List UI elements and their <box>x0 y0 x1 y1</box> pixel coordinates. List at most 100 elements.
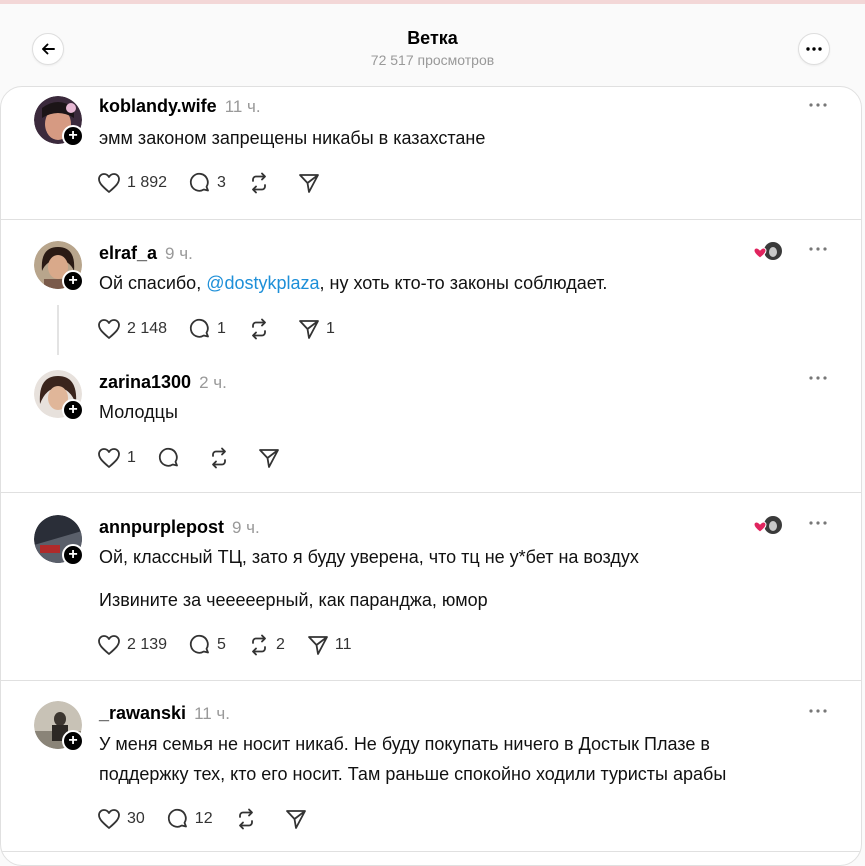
post-text: эмм законом запрещены никабы в казахстан… <box>99 128 486 148</box>
reply-count: 5 <box>217 636 226 653</box>
follow-plus-icon[interactable]: + <box>62 730 84 752</box>
send-icon <box>285 810 306 829</box>
more-icon[interactable] <box>807 517 829 529</box>
more-icon[interactable] <box>807 372 829 384</box>
reply-count: 3 <box>217 174 226 191</box>
divider <box>1 492 861 493</box>
heart-icon <box>98 448 120 468</box>
post-header: koblandy.wife 11 ч. <box>99 96 261 117</box>
more-icon[interactable] <box>807 99 829 111</box>
thread-card: + koblandy.wife 11 ч. эмм законом запреще… <box>0 86 862 866</box>
repost-button[interactable] <box>248 172 276 194</box>
share-button[interactable] <box>298 172 326 194</box>
comment-icon <box>189 172 209 192</box>
post-header: annpurplepost 9 ч. <box>99 517 260 538</box>
share-button[interactable]: 11 <box>307 634 351 656</box>
follow-plus-icon[interactable]: + <box>62 544 84 566</box>
divider <box>1 851 861 852</box>
reply-button[interactable]: 12 <box>167 808 213 830</box>
post-time: 9 ч. <box>165 244 193 263</box>
heart-icon <box>98 635 120 655</box>
reply-button[interactable] <box>158 447 186 469</box>
username[interactable]: zarina1300 <box>99 372 191 392</box>
post-actions: 1 <box>97 444 308 472</box>
post-actions: 30 12 <box>97 805 335 833</box>
like-button[interactable]: 1 <box>97 447 136 469</box>
like-count: 1 892 <box>127 174 168 191</box>
post-actions: 1 892 3 <box>97 169 348 197</box>
like-count: 2 148 <box>127 320 168 337</box>
share-button[interactable]: 1 <box>298 318 335 340</box>
thread-connector-line <box>57 305 59 355</box>
reply-button[interactable]: 5 <box>189 634 226 656</box>
share-button[interactable] <box>258 447 286 469</box>
send-icon <box>299 320 319 339</box>
comment-icon <box>189 318 209 338</box>
divider <box>1 680 861 681</box>
share-count: 1 <box>325 320 335 337</box>
views-count: 72 517 просмотров <box>370 52 495 68</box>
repost-button[interactable] <box>248 318 276 340</box>
thread-header: Ветка 72 517 просмотров <box>0 4 865 88</box>
repost-icon <box>238 808 253 830</box>
username[interactable]: annpurplepost <box>99 517 224 537</box>
like-button[interactable]: 1 892 <box>97 172 167 194</box>
like-button[interactable]: 2 139 <box>97 634 167 656</box>
thread-options-button[interactable] <box>798 33 830 65</box>
post-header: elraf_a 9 ч. <box>99 243 193 264</box>
like-button[interactable]: 30 <box>97 808 145 830</box>
more-icon[interactable] <box>807 705 829 717</box>
post-text: Ой спасибо, @dostykplaza, ну хоть кто-то… <box>99 268 607 298</box>
username[interactable]: koblandy.wife <box>99 96 217 116</box>
author-liked-badge <box>753 239 783 263</box>
post-text: поддержку тех, кто его носит. Там раньше… <box>99 764 727 784</box>
follow-plus-icon[interactable]: + <box>62 399 84 421</box>
send-icon <box>299 174 319 193</box>
heart-icon <box>98 173 120 193</box>
reply-count: 1 <box>217 320 226 337</box>
post-header: zarina1300 2 ч. <box>99 372 227 393</box>
post-time: 9 ч. <box>232 518 260 537</box>
liked-avatar-icon <box>753 516 782 534</box>
post-text: Молодцы <box>99 402 178 422</box>
more-icon[interactable] <box>807 243 829 255</box>
username[interactable]: _rawanski <box>99 703 186 723</box>
post-time: 11 ч. <box>224 97 261 116</box>
follow-plus-icon[interactable]: + <box>62 125 84 147</box>
mention-link[interactable]: @dostykplaza <box>206 273 319 293</box>
follow-plus-icon[interactable]: + <box>62 270 84 292</box>
reply-button[interactable]: 3 <box>189 172 226 194</box>
liked-avatar-icon <box>753 242 782 260</box>
page-title: Ветка <box>407 28 458 48</box>
reply-button[interactable]: 1 <box>189 318 226 340</box>
comment-icon <box>189 634 209 654</box>
repost-button[interactable] <box>208 447 236 469</box>
username[interactable]: elraf_a <box>99 243 157 263</box>
text-part: , ну хоть кто-то законы соблюдает. <box>319 273 608 293</box>
repost-count: 2 <box>275 636 285 653</box>
comment-icon <box>158 447 178 467</box>
send-icon <box>307 636 328 655</box>
post-text: Ой, классный ТЦ, зато я буду уверена, чт… <box>99 547 639 567</box>
repost-icon <box>212 447 226 469</box>
post-time: 2 ч. <box>199 373 227 392</box>
repost-icon <box>252 318 266 340</box>
post-text: У меня семья не носит никаб. Не буду пок… <box>99 734 710 754</box>
repost-button[interactable]: 2 <box>248 634 285 656</box>
repost-button[interactable] <box>235 808 263 830</box>
post-text: Извините за чеееееpный, как паранджа, юм… <box>99 590 488 610</box>
repost-icon <box>252 634 266 656</box>
heart-icon <box>98 319 120 339</box>
heart-icon <box>98 809 120 829</box>
share-button[interactable] <box>285 808 313 830</box>
divider <box>1 219 861 220</box>
post-actions: 2 148 1 1 <box>97 315 357 343</box>
comment-icon <box>167 808 187 828</box>
like-button[interactable]: 2 148 <box>97 318 167 340</box>
like-count: 2 139 <box>127 636 168 653</box>
like-count: 30 <box>127 810 145 827</box>
post-time: 11 ч. <box>194 704 231 723</box>
repost-icon <box>252 172 266 194</box>
like-count: 1 <box>127 449 136 466</box>
post-header: _rawanski 11 ч. <box>99 703 230 724</box>
